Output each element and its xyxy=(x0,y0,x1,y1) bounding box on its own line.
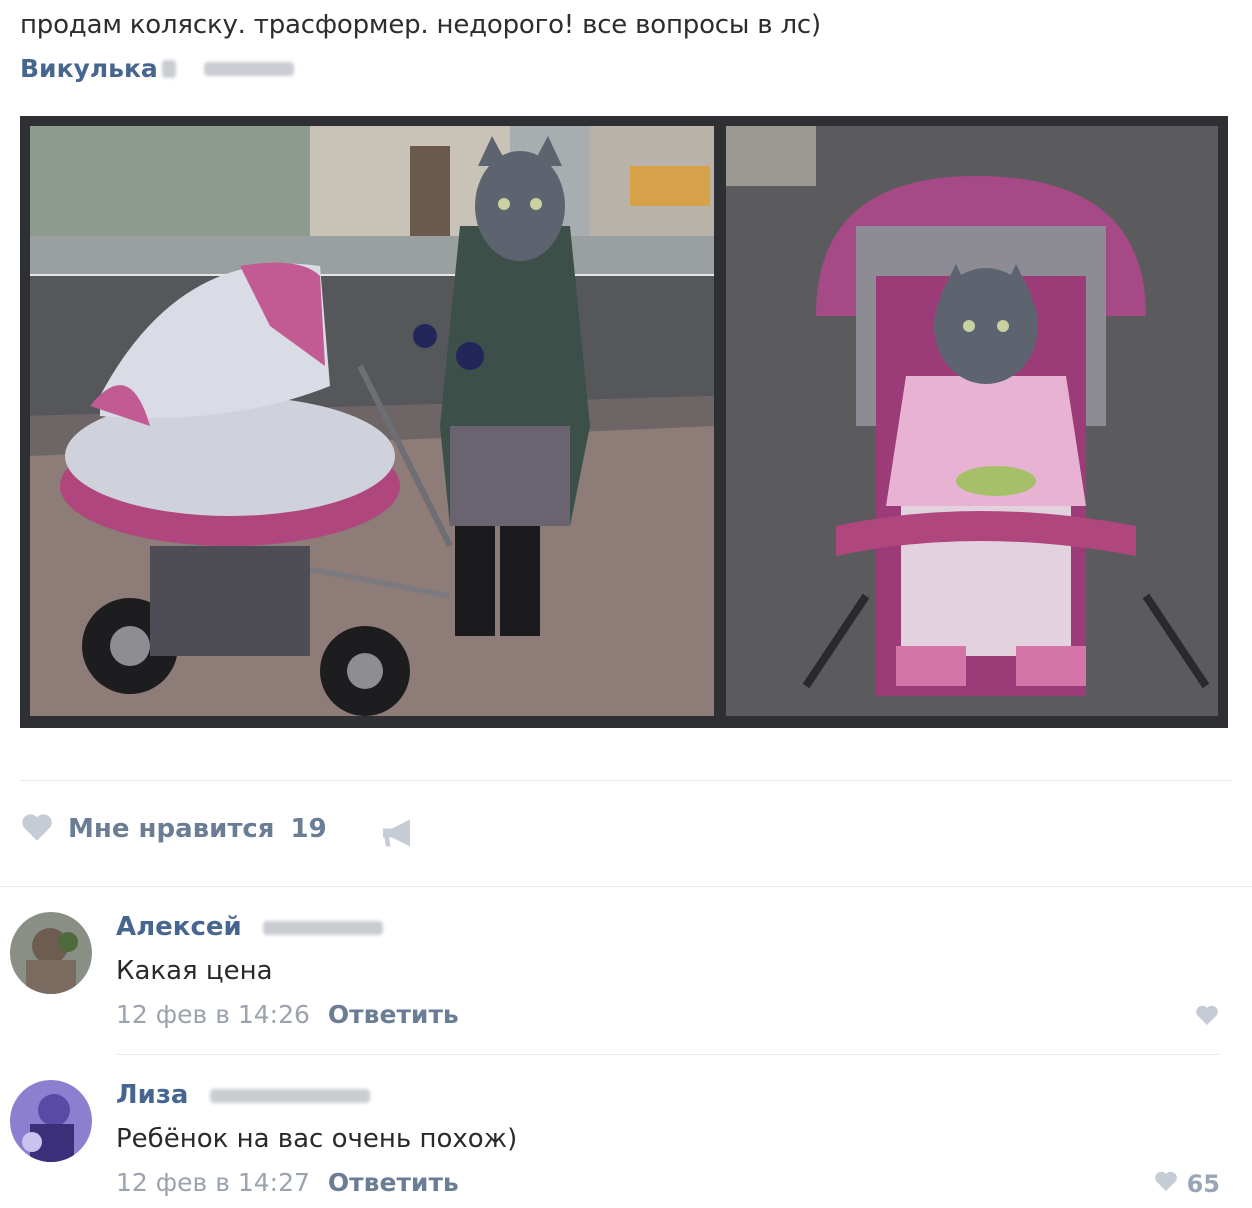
photo-left[interactable] xyxy=(30,126,714,716)
avatar[interactable] xyxy=(10,912,92,994)
comment-author-row: Лиза xyxy=(116,1080,370,1110)
divider xyxy=(116,1054,1220,1055)
divider xyxy=(20,780,1232,781)
like-button[interactable]: Мне нравится 19 xyxy=(20,812,327,846)
photo-left-image xyxy=(30,126,714,716)
reply-link[interactable]: Ответить xyxy=(328,1000,459,1029)
comment-date: 12 фев в 14:26 xyxy=(116,1000,310,1029)
redacted-info xyxy=(203,61,294,76)
comment-like-button[interactable]: 65 xyxy=(1153,1170,1220,1198)
heart-icon xyxy=(1194,1004,1220,1032)
photo-right[interactable] xyxy=(726,126,1218,716)
divider xyxy=(0,886,1252,887)
like-label: Мне нравится xyxy=(68,814,275,844)
comment-text: Ребёнок на вас очень похож) xyxy=(116,1124,518,1154)
comment-text: Какая цена xyxy=(116,956,273,986)
comment-date: 12 фев в 14:27 xyxy=(116,1168,310,1197)
comment-like-count: 65 xyxy=(1186,1170,1220,1198)
comment-author-link[interactable]: Алексей xyxy=(116,912,242,942)
megaphone-icon[interactable] xyxy=(380,816,416,854)
like-count: 19 xyxy=(290,814,327,844)
post-author-link[interactable]: Викулька xyxy=(20,54,158,83)
comment-meta: 12 фев в 14:27 Ответить xyxy=(116,1168,459,1197)
redacted-surname xyxy=(161,59,176,78)
redacted-surname xyxy=(262,921,383,935)
heart-icon xyxy=(1153,1170,1179,1198)
photo-right-image xyxy=(726,126,1218,716)
photo-attachments xyxy=(20,116,1228,728)
heart-icon xyxy=(20,812,54,846)
comment-author-row: Алексей xyxy=(116,912,383,942)
post-author-row: Викулька xyxy=(20,54,294,83)
comment-author-link[interactable]: Лиза xyxy=(116,1080,188,1110)
reply-link[interactable]: Ответить xyxy=(328,1168,459,1197)
comment-like-button[interactable] xyxy=(1194,1004,1220,1032)
redacted-surname xyxy=(209,1089,370,1103)
post-text: продам коляску. трасформер. недорого! вс… xyxy=(20,10,821,40)
comment-meta: 12 фев в 14:26 Ответить xyxy=(116,1000,459,1029)
avatar[interactable] xyxy=(10,1080,92,1162)
